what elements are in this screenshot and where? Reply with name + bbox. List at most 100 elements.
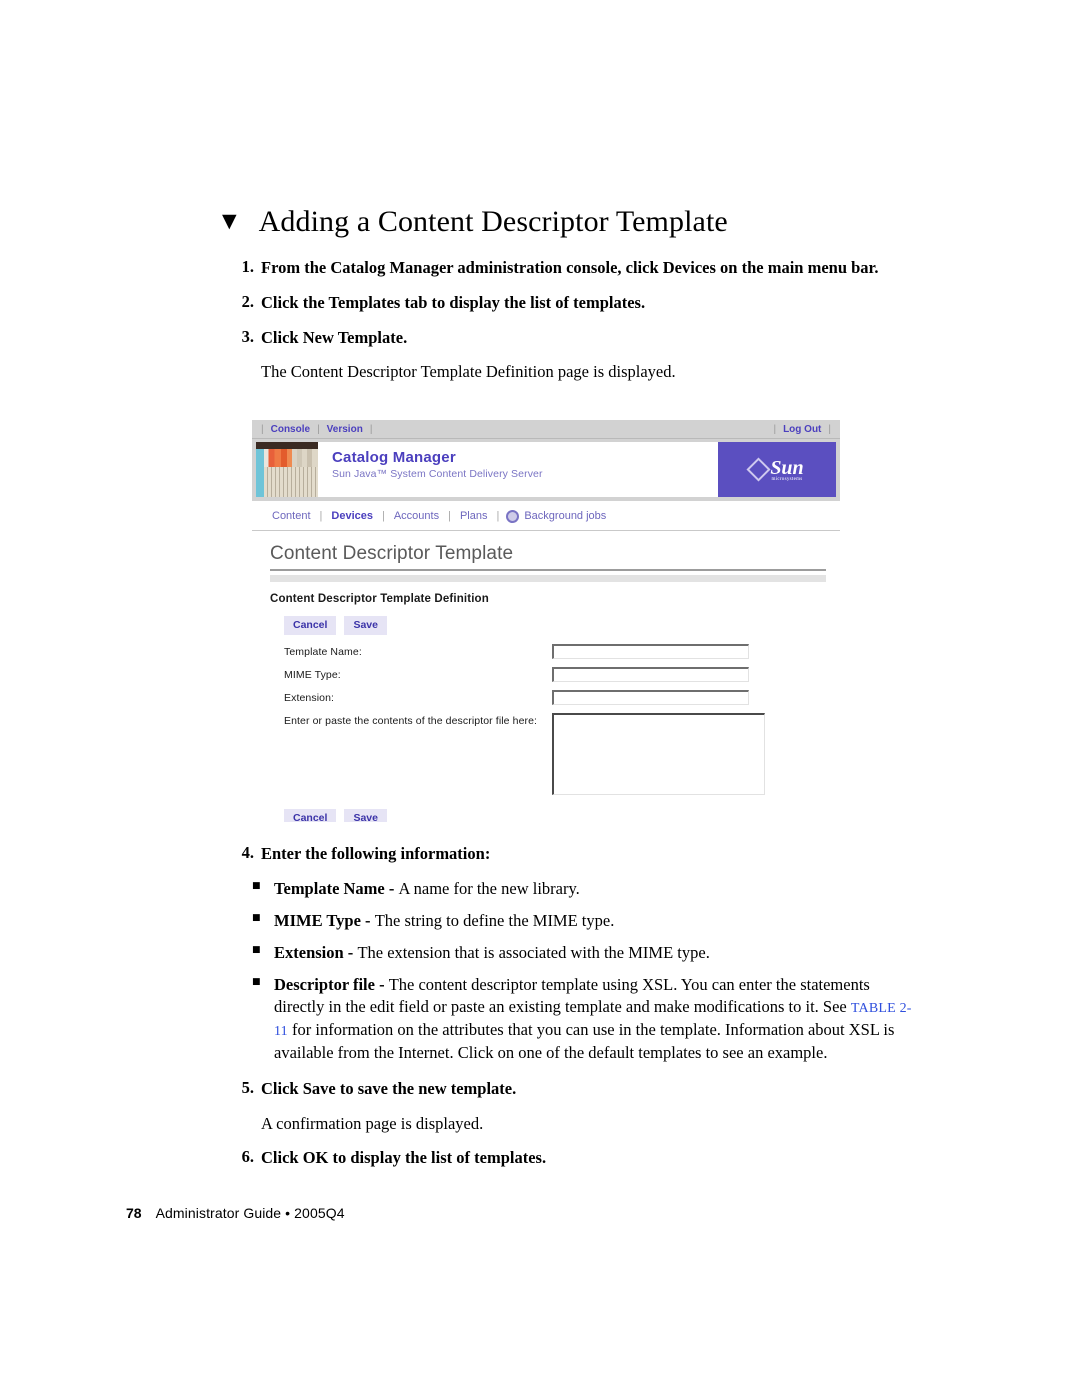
step-text: From the Catalog Manager administration …	[261, 258, 879, 277]
form-row-mime-type: MIME Type:	[284, 666, 826, 682]
sun-wordmark: Sun microsystems	[770, 458, 803, 482]
template-name-label: Template Name:	[284, 645, 362, 658]
separator: |	[369, 423, 373, 435]
heading-rule	[270, 569, 826, 571]
bullet-list: ■ Template Name - A name for the new lib…	[252, 878, 912, 1064]
separator: |	[261, 423, 264, 435]
page-footer: 78 Administrator Guide • 2005Q4	[126, 1205, 345, 1221]
gray-band	[270, 575, 826, 582]
bullet-term: Template Name -	[274, 878, 399, 898]
separator: |	[773, 423, 777, 435]
nav-item-devices[interactable]: Devices	[329, 510, 375, 522]
list-item: ■ Extension - The extension that is asso…	[252, 942, 912, 964]
extension-label: Extension:	[284, 691, 335, 704]
step-text: Enter the following information:	[261, 844, 491, 863]
separator: |	[319, 509, 323, 522]
sun-logo: Sun microsystems	[718, 442, 836, 497]
separator: |	[317, 423, 320, 435]
embedded-screenshot: | Console | Version | | Log Out | Catalo…	[252, 420, 840, 822]
page-title: ▼ Adding a Content Descriptor Template	[222, 205, 728, 239]
template-name-input[interactable]	[552, 643, 749, 659]
step-item: 2. Click the Templates tab to display th…	[232, 292, 912, 314]
form-buttons-bottom: Cancel Save	[284, 808, 826, 822]
separator: |	[828, 423, 831, 435]
sun-wordmark-text: Sun	[770, 456, 804, 479]
section-title-text: Adding a Content Descriptor Template	[258, 205, 728, 238]
step-item: 5. Click Save to save the new template.	[232, 1078, 912, 1100]
step-item: 3. Click New Template.	[232, 327, 912, 349]
square-bullet-icon: ■	[252, 944, 261, 955]
step-number-spacer	[232, 1113, 261, 1135]
document-page: ▼ Adding a Content Descriptor Template 1…	[0, 0, 1080, 1397]
footer-text: Administrator Guide • 2005Q4	[155, 1205, 345, 1221]
bullet-description-after: for information on the attributes that y…	[274, 1019, 895, 1062]
list-item: ■ Descriptor file - The content descript…	[252, 974, 912, 1064]
bullet-description: The string to define the MIME type.	[374, 910, 615, 930]
console-link[interactable]: Console	[269, 424, 312, 435]
bullet-description: A name for the new library.	[398, 878, 580, 898]
bullet-description: The extension that is associated with th…	[357, 942, 710, 962]
step-number: 4.	[241, 843, 254, 862]
bullet-content: Template Name - A name for the new libra…	[274, 878, 912, 900]
version-link[interactable]: Version	[325, 424, 365, 435]
form-row-descriptor: Enter or paste the contents of the descr…	[284, 712, 826, 795]
step-text: Click the Templates tab to display the l…	[261, 292, 646, 312]
nav-item-background-jobs[interactable]: Background jobs	[522, 510, 608, 522]
step-number: 2.	[241, 291, 254, 311]
mime-type-input[interactable]	[552, 666, 749, 682]
list-item: ■ Template Name - A name for the new lib…	[252, 878, 912, 900]
nav-item-content[interactable]: Content	[270, 510, 313, 522]
step-followup-text: A confirmation page is displayed.	[261, 1113, 484, 1133]
nav-item-accounts[interactable]: Accounts	[392, 510, 441, 522]
page-number: 78	[126, 1205, 142, 1221]
descriptor-textarea[interactable]	[552, 712, 765, 795]
procedure-steps-bottom: 4. Enter the following information: ■ Te…	[232, 843, 912, 1182]
triangle-marker-icon: ▼	[222, 210, 237, 232]
app-banner: Catalog Manager Sun Java™ System Content…	[252, 439, 840, 501]
step-number: 3.	[241, 326, 254, 346]
app-top-bar: | Console | Version | | Log Out |	[252, 420, 840, 439]
form-section-heading: Content Descriptor Template Definition	[270, 593, 489, 605]
step-item: 1. From the Catalog Manager administrati…	[232, 257, 912, 279]
step-followup-text: The Content Descriptor Template Definiti…	[261, 362, 676, 382]
bullet-term: Descriptor file -	[274, 975, 389, 995]
background-jobs-icon	[506, 510, 520, 523]
step-text: Click OK to display the list of template…	[261, 1148, 547, 1168]
form-fields: Template Name: MIME Type: Extension: Ent…	[284, 643, 826, 795]
square-bullet-icon: ■	[252, 880, 261, 891]
separator: |	[381, 509, 385, 522]
bullet-term: MIME Type -	[274, 910, 375, 930]
app-title: Catalog Manager	[332, 449, 456, 466]
app-content-area: Content Descriptor Template Content Desc…	[252, 531, 840, 822]
form-row-extension: Extension:	[284, 689, 826, 705]
square-bullet-icon: ■	[252, 977, 261, 988]
app-subtitle: Sun Java™ System Content Delivery Server	[332, 468, 543, 481]
cancel-button-bottom[interactable]: Cancel	[284, 808, 337, 822]
step-number: 5.	[241, 1077, 254, 1097]
save-button-top[interactable]: Save	[344, 616, 387, 635]
descriptor-textarea-label: Enter or paste the contents of the descr…	[284, 714, 538, 727]
bullet-content: Descriptor file - The content descriptor…	[274, 974, 912, 1064]
save-button-bottom[interactable]: Save	[344, 808, 387, 822]
extension-input[interactable]	[552, 689, 749, 705]
nav-item-plans[interactable]: Plans	[458, 510, 490, 522]
cancel-button-top[interactable]: Cancel	[284, 616, 337, 635]
bullet-content: Extension - The extension that is associ…	[274, 942, 912, 964]
step-followup: A confirmation page is displayed.	[232, 1113, 912, 1135]
logout-link[interactable]: Log Out	[781, 424, 823, 435]
separator: |	[448, 509, 451, 522]
sun-microsystems-text: microsystems	[771, 476, 803, 482]
square-bullet-icon: ■	[252, 912, 261, 923]
form-row-template-name: Template Name:	[284, 643, 826, 659]
form-buttons-top: Cancel Save	[284, 616, 826, 635]
step-text: Click New Template.	[261, 327, 408, 347]
step-number-spacer	[232, 361, 261, 383]
mime-type-label: MIME Type:	[284, 668, 341, 681]
books-photo-icon	[256, 442, 318, 497]
list-item: ■ MIME Type - The string to define the M…	[252, 910, 912, 932]
step-followup: The Content Descriptor Template Definiti…	[232, 361, 912, 383]
bullet-term: Extension -	[274, 942, 358, 962]
step-item: 6. Click OK to display the list of templ…	[232, 1147, 912, 1169]
step-text: Click Save to save the new template.	[261, 1078, 517, 1098]
step-number: 1.	[241, 257, 254, 276]
